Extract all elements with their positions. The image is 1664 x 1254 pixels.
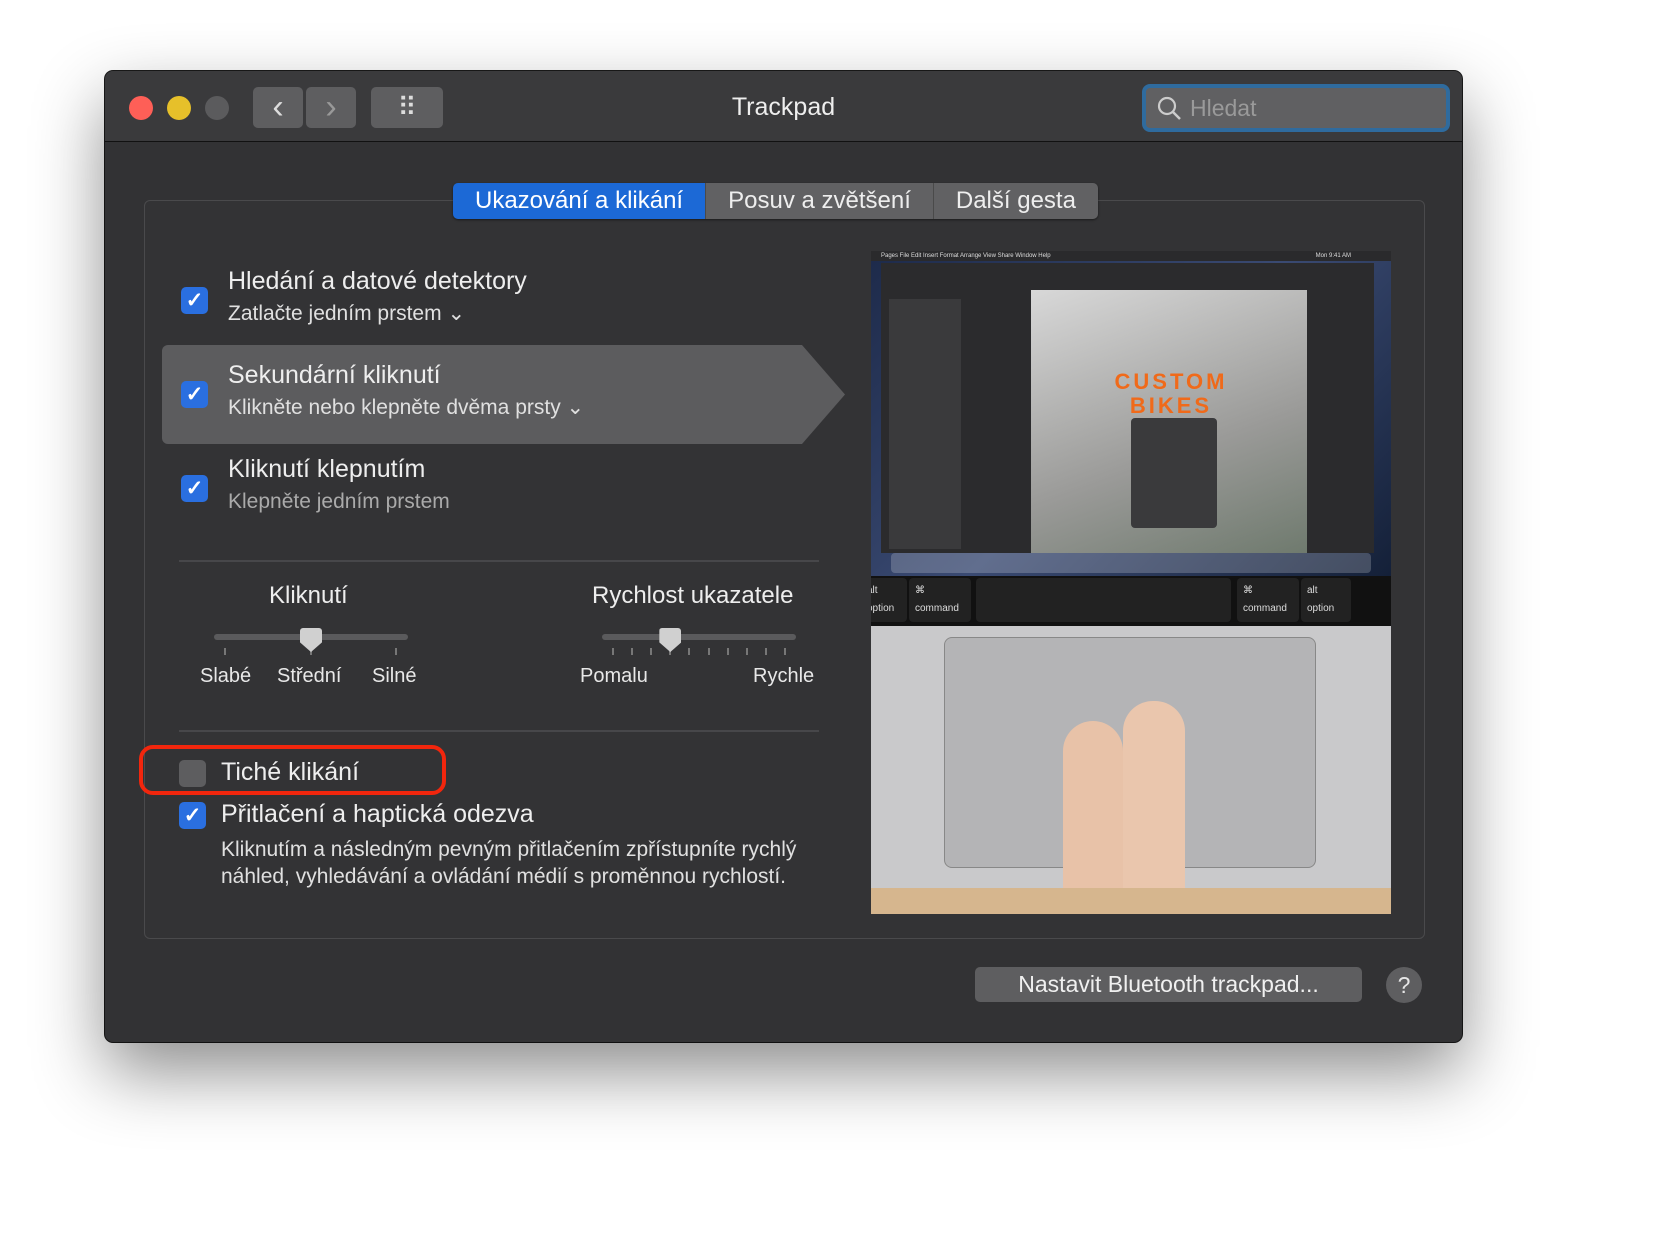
search-icon <box>1157 96 1181 120</box>
slider-tick <box>764 648 767 655</box>
preview-thumbnails <box>889 299 961 549</box>
tab-scroll-and-zoom[interactable]: Posuv a zvětšení <box>706 183 934 219</box>
speed-label-fast: Rychle <box>753 665 815 687</box>
trackpad-preferences-window: ‹ › ⠿ Trackpad Hledat Ukazování a klikán… <box>105 71 1462 1042</box>
gesture-preview: Pages File Edit Insert Format Arrange Vi… <box>871 251 1391 914</box>
slider-tick <box>650 648 653 655</box>
tap-to-click-checkbox[interactable]: ✓ <box>181 475 208 502</box>
divider <box>179 560 819 562</box>
preview-spacebar <box>976 578 1231 622</box>
secondary-click-checkbox[interactable]: ✓ <box>181 381 208 408</box>
slider-tick <box>726 648 729 655</box>
checkmark-icon: ✓ <box>185 477 204 500</box>
setup-bluetooth-trackpad-button[interactable]: Nastavit Bluetooth trackpad... <box>975 967 1362 1002</box>
search-input[interactable]: Hledat <box>1142 84 1450 132</box>
preview-clock: Mon 9:41 AM <box>1315 253 1351 259</box>
preview-context-menu <box>1131 418 1217 528</box>
tab-more-gestures[interactable]: Další gesta <box>933 183 1098 219</box>
tab-bar: Ukazování a klikání Posuv a zvětšení Dal… <box>453 183 1098 219</box>
tap-to-click-description: Klepněte jedním prstem <box>228 490 450 513</box>
preview-document: CUSTOM BIKES <box>1031 290 1307 553</box>
chevron-down-icon: ⌄ <box>566 396 585 419</box>
checkmark-icon: ✓ <box>185 383 204 406</box>
tracking-speed-track[interactable] <box>602 634 796 640</box>
click-slider-title: Kliknutí <box>269 582 348 609</box>
checkmark-icon: ✓ <box>185 289 204 312</box>
title-bar: ‹ › ⠿ Trackpad Hledat <box>105 71 1462 142</box>
slider-tick <box>631 648 634 655</box>
force-click-description: Kliknutím a následným pevným přitlačením… <box>221 838 797 888</box>
preview-menu-text: Pages File Edit Insert Format Arrange Vi… <box>881 253 1051 259</box>
secondary-click-dropdown-value: Klikněte nebo klepněte dvěma prsty <box>228 396 561 419</box>
search-placeholder: Hledat <box>1190 94 1257 121</box>
preview-key-bottom: option <box>1307 603 1335 614</box>
chevron-down-icon: ⌄ <box>447 302 466 325</box>
preview-key: ⌘ command <box>909 578 971 622</box>
help-icon: ? <box>1397 971 1411 998</box>
tab-point-and-click[interactable]: Ukazování a klikání <box>453 183 707 219</box>
preview-key-top: alt <box>871 585 878 596</box>
silent-click-label: Tiché klikání <box>221 758 360 786</box>
divider <box>179 730 819 732</box>
preview-screen: Pages File Edit Insert Format Arrange Vi… <box>871 251 1391 576</box>
lookup-label: Hledání a datové detektory <box>228 267 527 295</box>
preview-finger <box>1123 701 1185 914</box>
secondary-click-dropdown[interactable]: Klikněte nebo klepněte dvěma prsty ⌄ <box>228 395 584 420</box>
click-label-firm: Silné <box>372 665 417 687</box>
tracking-speed-title: Rychlost ukazatele <box>592 582 794 609</box>
preview-key: alt option <box>1301 578 1351 622</box>
slider-tick <box>612 648 614 655</box>
preview-key: ⌘ command <box>1237 578 1299 622</box>
tap-to-click-label: Kliknutí klepnutím <box>228 455 426 483</box>
lookup-dropdown[interactable]: Zatlačte jedním prstem ⌄ <box>228 301 465 326</box>
force-click-checkbox[interactable]: ✓ <box>179 802 206 829</box>
preview-app-window: CUSTOM BIKES <box>881 263 1374 553</box>
silent-click-checkbox[interactable] <box>179 760 206 787</box>
click-label-medium: Střední <box>277 665 342 687</box>
slider-tick <box>688 648 691 655</box>
lookup-dropdown-value: Zatlačte jedním prstem <box>228 302 442 325</box>
preview-key-top: ⌘ <box>915 585 925 596</box>
slider-tick <box>224 648 226 655</box>
force-click-label: Přitlačení a haptická odezva <box>221 800 534 828</box>
checkmark-icon: ✓ <box>183 804 202 827</box>
slider-tick <box>395 648 397 655</box>
slider-tick <box>707 648 710 655</box>
preview-doc-title: CUSTOM BIKES <box>1114 369 1228 418</box>
help-button[interactable]: ? <box>1386 967 1422 1003</box>
preview-key-top: ⌘ <box>1243 585 1253 596</box>
speed-label-slow: Pomalu <box>580 665 648 687</box>
preview-key-bottom: command <box>1243 603 1287 614</box>
slider-tick <box>745 648 748 655</box>
slider-tick <box>784 648 786 655</box>
preview-key-top: alt <box>1307 585 1318 596</box>
click-label-light: Slabé <box>200 665 252 687</box>
secondary-click-label: Sekundární kliknutí <box>228 361 441 389</box>
preview-key: alt option <box>871 578 907 622</box>
preview-finger <box>1063 721 1123 914</box>
preview-dock <box>891 553 1371 573</box>
preview-key-bottom: option <box>871 603 895 614</box>
lookup-checkbox[interactable]: ✓ <box>181 287 208 314</box>
preview-keyboard: alt option ⌘ command ⌘ command alt option <box>871 576 1391 626</box>
preview-key-bottom: command <box>915 603 959 614</box>
preview-menubar: Pages File Edit Insert Format Arrange Vi… <box>871 251 1391 261</box>
preview-table <box>871 888 1391 914</box>
